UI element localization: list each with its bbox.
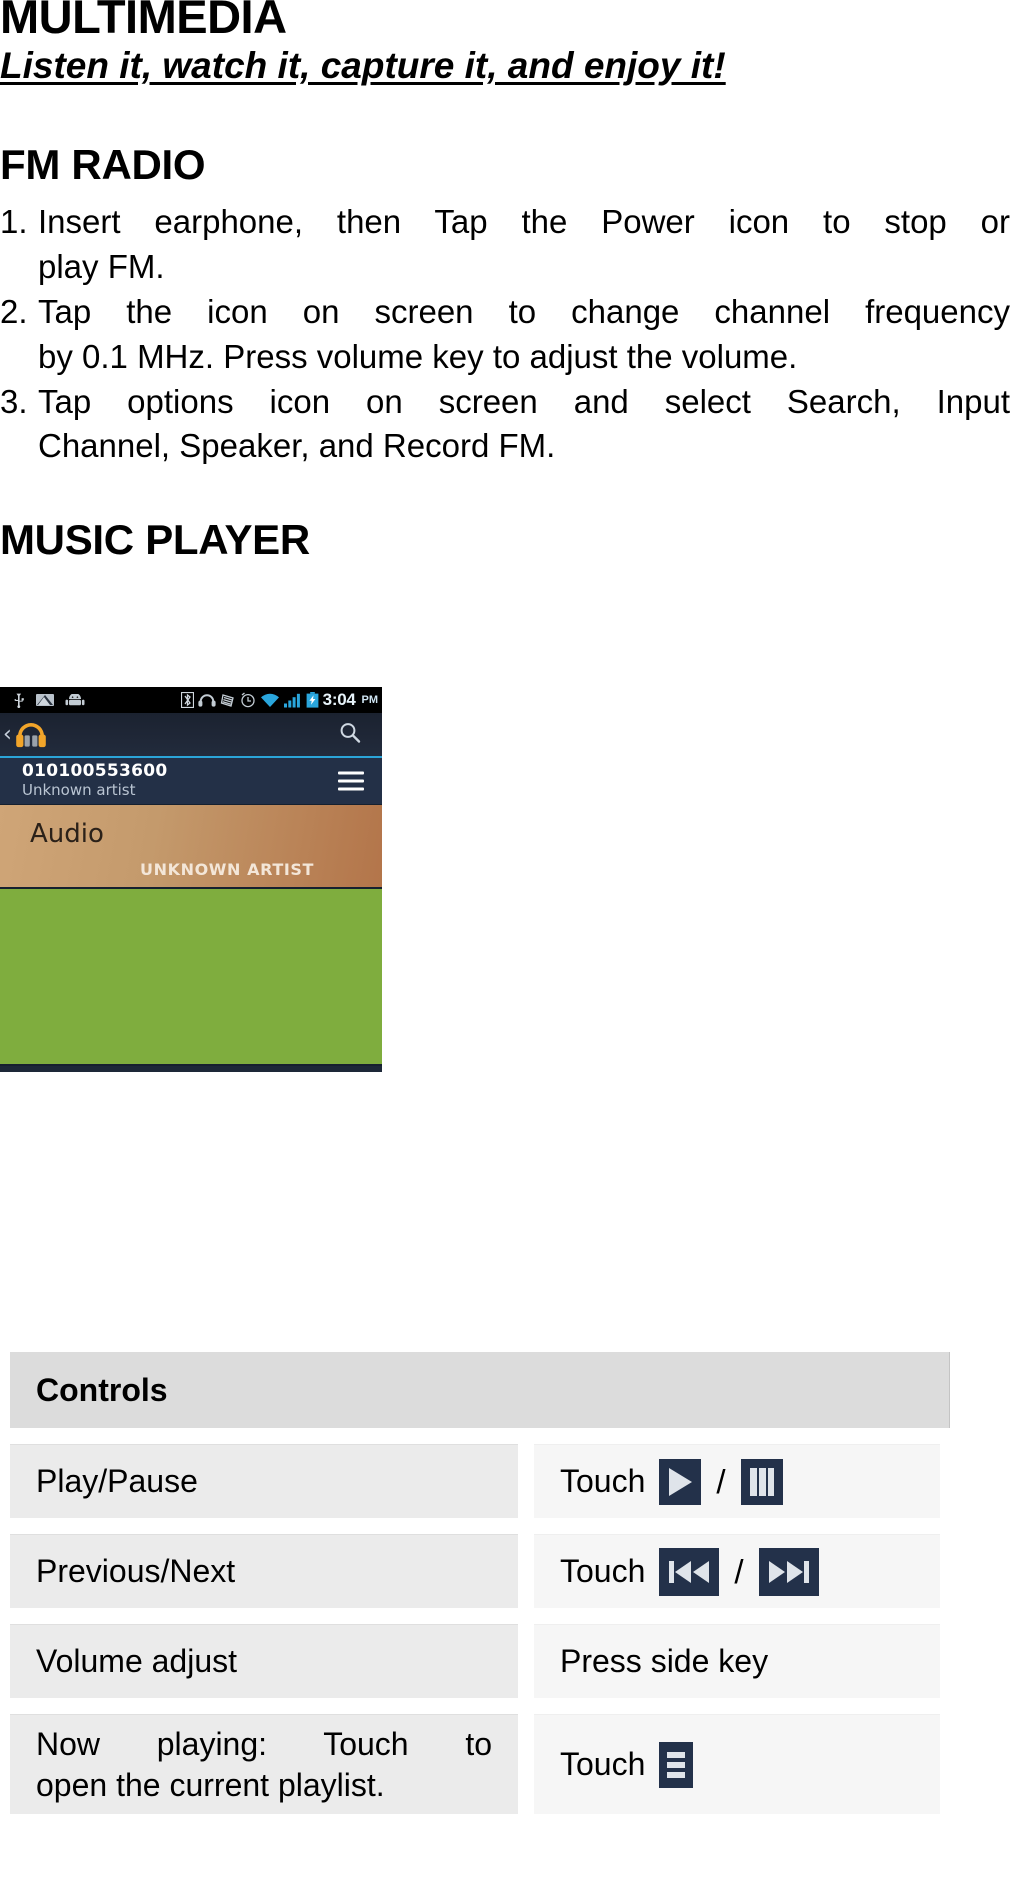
action-label: Touch bbox=[560, 1553, 646, 1589]
step-number: 3. bbox=[0, 382, 28, 420]
android-robot-icon bbox=[65, 693, 85, 707]
status-bar: 3:04 PM bbox=[0, 687, 382, 713]
action-label: Touch bbox=[560, 1463, 646, 1499]
label-line: Now playing: Touch to bbox=[36, 1725, 492, 1762]
list-item: 2. Tap the icon on screen to change chan… bbox=[0, 290, 1010, 380]
album-title: Audio bbox=[30, 819, 104, 849]
list-item: 3. Tap options icon on screen and select… bbox=[0, 380, 1010, 470]
wifi-icon bbox=[260, 693, 280, 708]
sync-icon bbox=[220, 693, 236, 708]
status-bar-clock: 3:04 bbox=[322, 690, 356, 709]
now-playing-text: 010100553600 Unknown artist bbox=[22, 760, 168, 800]
table-cell-label: Play/Pause bbox=[10, 1444, 518, 1518]
controls-table: Controls Play/Pause Touch / Previous/Nex… bbox=[10, 1352, 1010, 1830]
page-root: MULTIMEDIA Listen it, watch it, capture … bbox=[0, 0, 1023, 1901]
hamburger-menu-icon[interactable] bbox=[338, 767, 364, 796]
app-bar-left[interactable]: ‹ bbox=[0, 720, 49, 750]
track-title: 010100553600 bbox=[22, 760, 168, 781]
action-label: Touch bbox=[560, 1746, 646, 1782]
music-player-screenshot: 3:04 PM ‹ 010100553600 Unknown artist Au… bbox=[0, 687, 382, 1072]
usb-icon bbox=[13, 693, 25, 708]
pause-icon bbox=[740, 1458, 783, 1505]
playback-control-bar bbox=[0, 1066, 382, 1072]
page-title: MULTIMEDIA bbox=[0, 0, 287, 43]
next-track-icon bbox=[758, 1547, 819, 1596]
app-bar: ‹ bbox=[0, 713, 382, 758]
table-cell-label: Volume adjust bbox=[10, 1624, 518, 1698]
step-number: 2. bbox=[0, 292, 28, 330]
table-cell-action: Press side key bbox=[534, 1624, 940, 1698]
album-artist: UNKNOWN ARTIST bbox=[140, 860, 315, 879]
now-playing-bar[interactable]: 010100553600 Unknown artist bbox=[0, 758, 382, 805]
status-bar-left-icons bbox=[4, 693, 85, 708]
separator: / bbox=[734, 1552, 744, 1590]
search-icon[interactable] bbox=[338, 720, 362, 749]
label-line: open the current playlist. bbox=[36, 1766, 385, 1803]
list-item: 1. Insert earphone, then Tap the Power i… bbox=[0, 200, 1010, 290]
table-row: Play/Pause Touch / bbox=[10, 1444, 1010, 1518]
separator: / bbox=[716, 1462, 726, 1500]
bluetooth-icon bbox=[180, 692, 194, 708]
table-row: Now playing: Touch to open the current p… bbox=[10, 1714, 1010, 1814]
table-cell-label: Previous/Next bbox=[10, 1534, 518, 1608]
headphones-logo-icon[interactable] bbox=[13, 720, 49, 750]
fm-radio-steps: 1. Insert earphone, then Tap the Power i… bbox=[0, 200, 1010, 469]
step-number: 1. bbox=[0, 203, 28, 240]
track-artist: Unknown artist bbox=[22, 781, 136, 800]
step-text: Tap options icon on screen and select Se… bbox=[38, 382, 1010, 465]
album-green-panel bbox=[0, 887, 382, 1066]
step-text: Insert earphone, then Tap the Power icon… bbox=[38, 203, 1010, 285]
step-text: Tap the icon on screen to change channel… bbox=[38, 292, 1010, 375]
play-icon bbox=[659, 1458, 702, 1505]
signal-bars-icon bbox=[283, 693, 302, 708]
status-bar-meridiem: PM bbox=[361, 694, 379, 706]
alarm-clock-icon bbox=[240, 692, 256, 708]
status-bar-right-icons: 3:04 PM bbox=[180, 687, 379, 713]
table-cell-label: Now playing: Touch to open the current p… bbox=[10, 1714, 518, 1814]
table-row: Previous/Next Touch / bbox=[10, 1534, 1010, 1608]
headset-icon bbox=[198, 693, 216, 707]
table-header-cell: Controls bbox=[10, 1352, 950, 1428]
table-cell-action: Touch bbox=[534, 1714, 940, 1814]
battery-charging-icon bbox=[306, 692, 319, 708]
fm-radio-heading: FM RADIO bbox=[0, 141, 206, 188]
page-subtitle: Listen it, watch it, capture it, and enj… bbox=[0, 45, 726, 86]
chevron-left-icon[interactable]: ‹ bbox=[3, 723, 12, 746]
sd-card-icon bbox=[36, 693, 54, 707]
table-cell-action: Touch / bbox=[534, 1444, 940, 1518]
album-art: Audio UNKNOWN ARTIST bbox=[0, 805, 382, 887]
table-row: Volume adjust Press side key bbox=[10, 1624, 1010, 1698]
playlist-icon bbox=[659, 1741, 694, 1788]
table-cell-action: Touch / bbox=[534, 1534, 940, 1608]
table-header-row: Controls bbox=[10, 1352, 1010, 1428]
previous-track-icon bbox=[659, 1547, 720, 1596]
music-player-heading: MUSIC PLAYER bbox=[0, 516, 310, 563]
